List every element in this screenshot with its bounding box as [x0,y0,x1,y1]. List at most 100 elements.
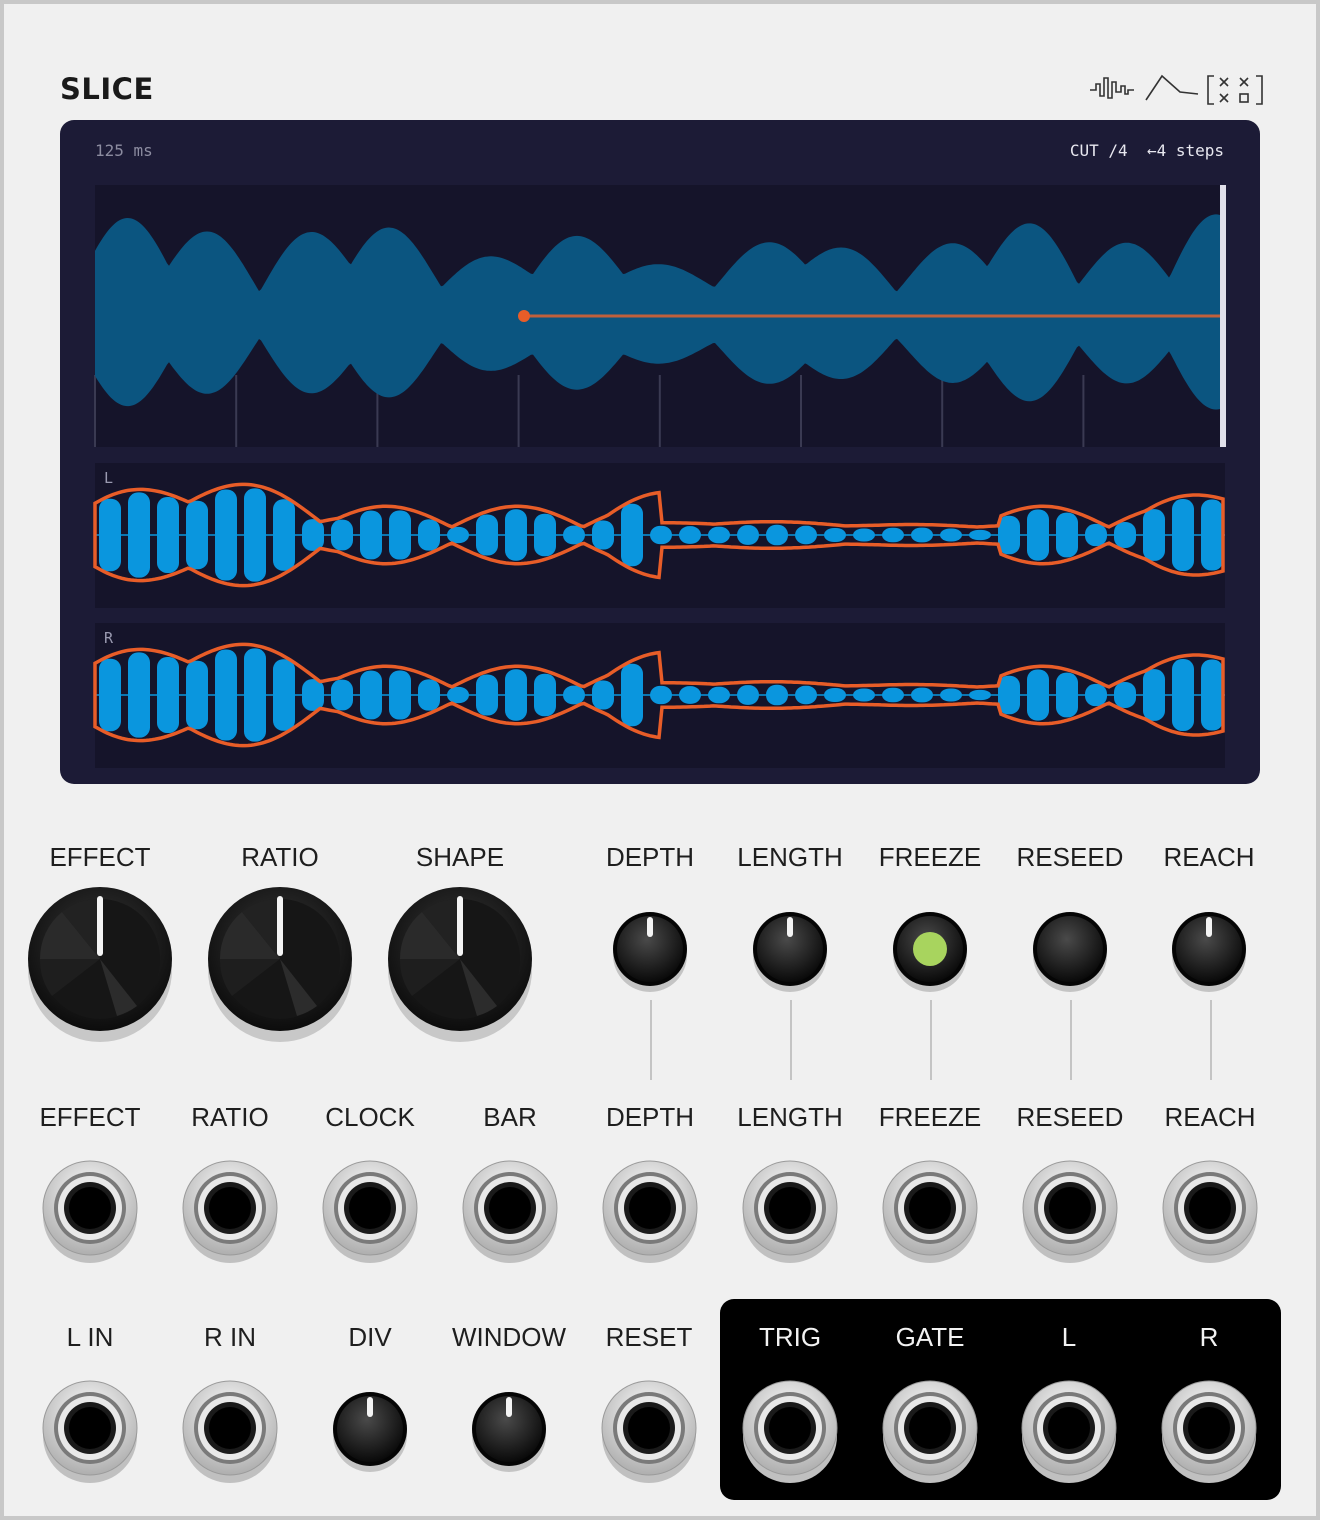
channel-label-right: R [104,629,114,647]
slice-segment [795,525,817,545]
right-output-label: R [1199,1322,1219,1352]
slice-segment [882,527,904,543]
slice-segment [1201,659,1223,731]
jack-graphic [742,1160,838,1263]
jack-graphic [182,1160,278,1263]
jack-graphic [742,1380,838,1483]
reach-knob[interactable] [1171,911,1247,993]
left-in-label: L IN [66,1322,114,1352]
jack-graphic [42,1380,138,1483]
ratio-cv-jack[interactable] [182,1160,278,1264]
cv-label-ratio: RATIO [191,1102,269,1132]
ratio-knob-label: RATIO [241,842,319,872]
slice-segment [302,679,324,711]
right-audio-input-jack[interactable] [182,1380,278,1484]
slice-segment [766,524,788,546]
reseed-button[interactable] [1032,911,1108,993]
slice-segment [1114,522,1136,548]
right-in-label: R IN [204,1322,256,1352]
slice-segment [708,526,730,544]
freeze-button[interactable] [892,911,968,993]
jack-graphic [882,1380,978,1483]
knob-graphic [1033,912,1107,992]
clock-input-jack[interactable] [322,1160,418,1264]
reach-guide-line [1210,1000,1212,1080]
knob-graphic [208,887,352,1042]
slice-segment [244,648,266,742]
slice-segment [708,686,730,704]
slice-segment [273,659,295,731]
slice-segment [273,499,295,571]
slice-segment [1114,682,1136,708]
slice-segment [476,514,498,556]
end-marker[interactable] [1220,185,1226,447]
slice-segment [1201,499,1223,571]
depth-knob[interactable] [612,911,688,993]
slice-segment [1027,669,1049,721]
length-knob[interactable] [752,911,828,993]
slice-segment [476,674,498,716]
div-knob[interactable] [332,1391,408,1473]
ratio-knob[interactable] [207,886,353,1044]
slice-segment [766,684,788,706]
jack-graphic [882,1160,978,1263]
display-canvas [93,185,1226,768]
slice-segment [824,527,846,543]
effect-cv-jack[interactable] [42,1160,138,1264]
cv-label-effect: EFFECT [39,1102,141,1132]
knob-graphic [1172,912,1246,992]
jack-graphic [1021,1380,1117,1483]
slice-segment [563,685,585,705]
slice-segment [331,519,353,551]
length-cv-jack[interactable] [742,1160,838,1264]
bar-input-jack[interactable] [462,1160,558,1264]
reach-cv-jack[interactable] [1162,1160,1258,1264]
knob-graphic [613,912,687,992]
slice-segment [824,687,846,703]
slice-segment [505,669,527,721]
window-knob-label: WINDOW [451,1322,567,1352]
reset-input-jack[interactable] [601,1380,697,1484]
waveform-envelope-grid-logo [1090,74,1263,105]
window-knob[interactable] [471,1391,547,1473]
reach-knob-label: REACH [1163,842,1255,872]
slice-segment [969,689,991,701]
depth-cv-jack[interactable] [602,1160,698,1264]
left-audio-input-jack[interactable] [42,1380,138,1484]
slice-segment [911,527,933,543]
slice-segment [186,500,208,570]
slice-segment [505,509,527,561]
shape-knob[interactable] [387,886,533,1044]
slice-segment [592,520,614,550]
slice-segment [447,526,469,544]
knob-graphic [388,887,532,1042]
slice-segment [389,510,411,560]
playhead-marker[interactable] [518,310,530,322]
slice-segment [1172,659,1194,731]
effect-knob[interactable] [27,886,173,1044]
slice-segment [795,685,817,705]
div-knob-label: DIV [348,1322,392,1352]
slice-segment [1085,523,1107,547]
slice-segment [157,657,179,733]
slice-segment [1172,499,1194,571]
slice-segment [737,685,759,705]
jack-graphic [182,1380,278,1483]
trig-output-jack[interactable] [742,1380,838,1484]
left-audio-output-jack[interactable] [1021,1380,1117,1484]
slice-segment [650,525,672,545]
right-audio-output-jack[interactable] [1161,1380,1257,1484]
slice-segment [737,525,759,545]
knob-graphic [753,912,827,992]
slice-segment [186,660,208,730]
slice-segment [650,685,672,705]
slice-segment [1056,512,1078,558]
jack-graphic [1022,1160,1118,1263]
cv-label-freeze: FREEZE [878,1102,982,1132]
cv-label-bar: BAR [483,1102,537,1132]
reseed-cv-jack[interactable] [1022,1160,1118,1264]
cv-label-depth: DEPTH [605,1102,695,1132]
slice-segment [99,498,121,572]
gate-output-jack[interactable] [882,1380,978,1484]
freeze-cv-jack[interactable] [882,1160,978,1264]
